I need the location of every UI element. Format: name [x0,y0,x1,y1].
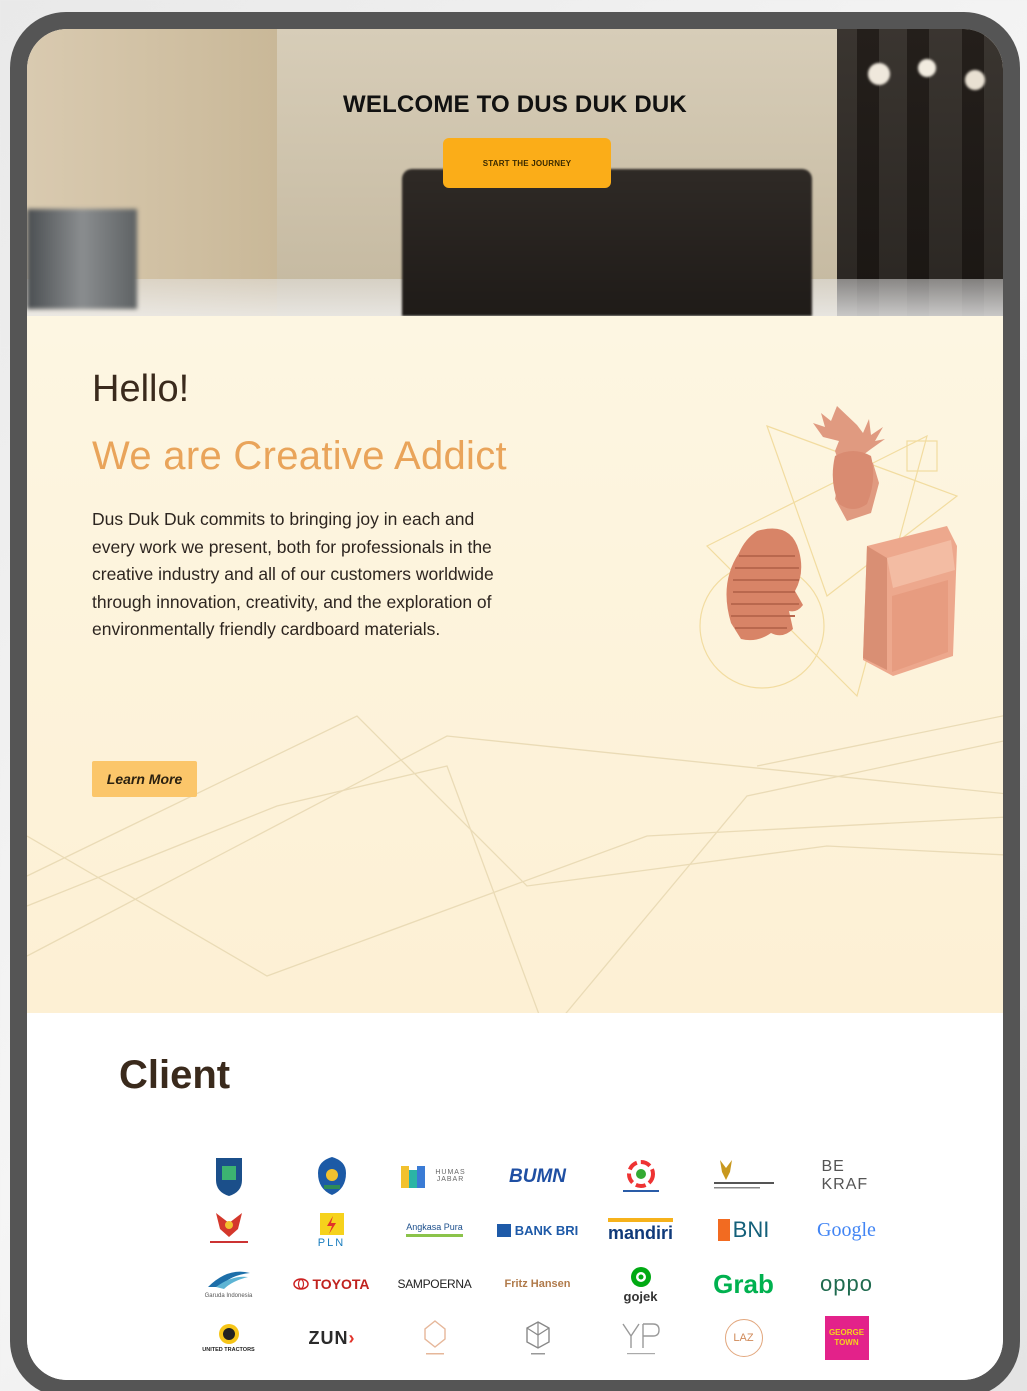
zun-arrow-icon: › [348,1328,355,1348]
client-section: Client HUMAS JABAR BUMN BE KRAF PLN Angk… [27,1013,1003,1380]
humas-jabar-text: HUMAS JABAR [435,1169,466,1183]
bumn-logo: BUMN [486,1149,589,1203]
deer-head-icon [813,406,885,521]
bekraf-logo: BE KRAF [795,1149,898,1203]
oppo-text: oppo [820,1271,873,1296]
fritz-hansen-logo: Fritz Hansen [486,1257,589,1311]
client-heading: Client [119,1053,231,1097]
george-town-text: GEORGE TOWN [824,1316,869,1360]
greeting-heading: Hello! [92,368,190,410]
hero-title: WELCOME TO DUS DUK DUK [343,91,687,118]
client-logo-grid: HUMAS JABAR BUMN BE KRAF PLN Angkasa Pur… [177,1149,897,1365]
gojek-logo: gojek [589,1257,692,1311]
garuda-ministry-logo [692,1149,795,1203]
toyota-text: TOYOTA [312,1276,370,1292]
mandiri-logo: mandiri [589,1203,692,1257]
bni-logo: BNI [692,1203,795,1257]
oppo-logo: oppo [795,1257,898,1311]
fritz-hansen-text: Fritz Hansen [504,1277,571,1290]
angkasa-pura-logo: Angkasa Pura [383,1203,486,1257]
tagline-heading: We are Creative Addict [92,434,507,478]
hero-bg-desk [402,169,812,316]
laz-text: LAZ [724,1319,763,1357]
angkasa-pura-text: Angkasa Pura [406,1223,463,1237]
bni-text: BNI [717,1219,769,1241]
pln-logo: PLN [280,1203,383,1257]
surabaya-crest-logo [177,1149,280,1203]
united-tractors-text: UNITED TRACTORS [202,1346,255,1353]
bumn-text: BUMN [509,1165,566,1187]
george-town-logo: GEORGE TOWN [795,1311,898,1365]
cube-logo [486,1311,589,1365]
sampoerna-logo: SAMPOERNA [383,1257,486,1311]
about-description: Dus Duk Duk commits to bringing joy in e… [92,509,494,639]
garuda-indonesia-logo: Garuda Indonesia [177,1257,280,1311]
jatim-crest-logo [280,1149,383,1203]
pln-text: PLN [317,1236,346,1249]
grab-text: Grab [713,1269,774,1299]
learn-more-button[interactable]: Learn More [92,761,197,797]
mandiri-text: mandiri [607,1218,673,1242]
grab-logo: Grab [692,1257,795,1311]
cardboard-chair-icon [863,526,957,676]
rumah-logo [383,1311,486,1365]
screen: WELCOME TO DUS DUK DUK START THE JOURNEY… [27,29,1003,1380]
google-logo: Google [795,1203,898,1257]
gojek-text: gojek [623,1288,658,1304]
zun-text: ZUN [308,1328,349,1348]
cardboard-art-illustration [699,406,959,698]
hero-bg-bins [27,209,137,309]
device-frame: WELCOME TO DUS DUK DUK START THE JOURNEY… [10,12,1020,1391]
kemenparekraf-logo [589,1149,692,1203]
sampoerna-text: SAMPOERNA [397,1277,472,1291]
bank-bri-logo: BANK BRI [486,1203,589,1257]
start-journey-button[interactable]: START THE JOURNEY [443,138,611,188]
about-section: Hello! We are Creative Addict Dus Duk Du… [27,316,1003,1013]
head-bust-icon [726,528,803,641]
kota-crest-logo [177,1203,280,1257]
toyota-logo: TOYOTA [280,1257,383,1311]
zun-logo: ZUN › [280,1311,383,1365]
laz-logo: LAZ [692,1311,795,1365]
bekraf-text: BE KRAF [821,1158,869,1193]
humas-jabar-logo: HUMAS JABAR [383,1149,486,1203]
google-text: Google [817,1219,876,1241]
garuda-indonesia-text: Garuda Indonesia [204,1293,253,1299]
ypt-logo [589,1311,692,1365]
bank-bri-text: BANK BRI [496,1223,578,1237]
united-tractors-logo: UNITED TRACTORS [177,1311,280,1365]
hero-section: WELCOME TO DUS DUK DUK START THE JOURNEY [27,29,1003,316]
